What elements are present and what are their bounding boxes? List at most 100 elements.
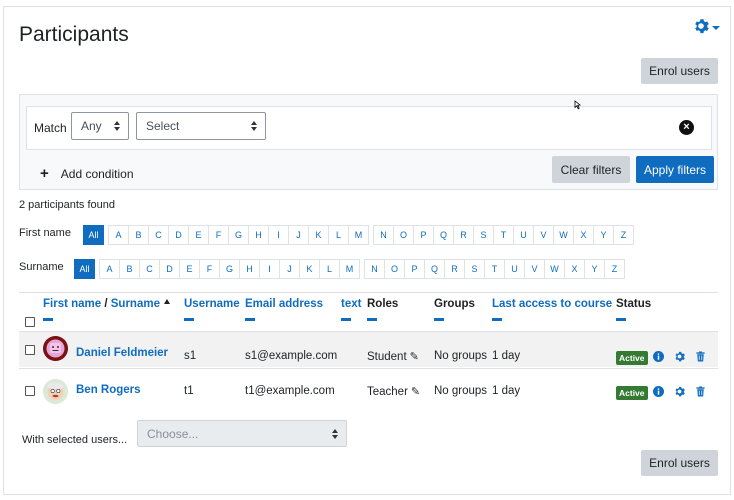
collapse-column-icon[interactable] — [434, 318, 444, 321]
collapse-column-icon[interactable] — [43, 318, 53, 321]
firstname-initial-g[interactable]: G — [228, 225, 249, 245]
header-email[interactable]: Email address — [245, 298, 323, 310]
row-divider — [19, 368, 718, 369]
surname-initial-e[interactable]: E — [179, 259, 200, 279]
username-cell: s1 — [184, 350, 197, 362]
row-checkbox[interactable] — [25, 386, 35, 396]
surname-initial-i[interactable]: I — [259, 259, 280, 279]
page-actions-menu[interactable] — [693, 18, 720, 37]
surname-initial-y[interactable]: Y — [584, 259, 605, 279]
collapse-column-icon[interactable] — [184, 318, 194, 321]
firstname-initial-h[interactable]: H — [248, 225, 269, 245]
firstname-initial-v[interactable]: V — [533, 225, 554, 245]
header-text[interactable]: text — [341, 298, 361, 310]
settings-icon[interactable] — [674, 386, 685, 397]
surname-initial-a[interactable]: A — [99, 259, 120, 279]
last-access-cell: 1 day — [492, 350, 521, 362]
info-icon[interactable] — [653, 386, 664, 397]
collapse-column-icon[interactable] — [367, 318, 377, 321]
surname-initial-d[interactable]: D — [159, 259, 180, 279]
collapse-column-icon[interactable] — [341, 318, 351, 321]
participant-name-link[interactable]: Ben Rogers — [76, 384, 141, 396]
trash-icon[interactable] — [695, 351, 706, 362]
firstname-initial-b[interactable]: B — [128, 225, 149, 245]
firstname-initial-c[interactable]: C — [148, 225, 169, 245]
surname-initial-c[interactable]: C — [139, 259, 160, 279]
header-username[interactable]: Username — [184, 298, 240, 310]
surname-initial-g[interactable]: G — [219, 259, 240, 279]
clear-filters-button[interactable]: Clear filters — [552, 156, 630, 183]
surname-initial-z[interactable]: Z — [604, 259, 625, 279]
header-firstname-link[interactable]: First name — [43, 298, 101, 310]
firstname-initial-z[interactable]: Z — [613, 225, 634, 245]
avatar[interactable] — [43, 379, 68, 404]
participant-name-link[interactable]: Daniel Feldmeier — [76, 347, 168, 359]
enrol-users-button-top[interactable]: Enrol users — [641, 58, 718, 84]
surname-initial-u[interactable]: U — [504, 259, 525, 279]
surname-initial-r[interactable]: R — [444, 259, 465, 279]
firstname-initial-f[interactable]: F — [208, 225, 229, 245]
surname-initial-all[interactable]: All — [74, 259, 95, 279]
firstname-initial-p[interactable]: P — [413, 225, 434, 245]
trash-icon[interactable] — [695, 386, 706, 397]
apply-filters-button[interactable]: Apply filters — [636, 156, 714, 183]
firstname-initial-j[interactable]: J — [288, 225, 309, 245]
firstname-initial-all[interactable]: All — [83, 225, 104, 245]
surname-initial-h[interactable]: H — [239, 259, 260, 279]
surname-initial-s[interactable]: S — [464, 259, 485, 279]
avatar[interactable] — [43, 336, 68, 361]
bulk-action-select[interactable]: Choose... — [137, 420, 347, 447]
firstname-initial-x[interactable]: X — [573, 225, 594, 245]
firstname-initial-n[interactable]: N — [373, 225, 394, 245]
surname-initial-b[interactable]: B — [119, 259, 140, 279]
username-cell: t1 — [184, 385, 194, 397]
surname-initial-l[interactable]: L — [319, 259, 340, 279]
firstname-initial-k[interactable]: K — [308, 225, 329, 245]
pencil-icon[interactable]: ✎ — [411, 385, 420, 398]
surname-initial-w[interactable]: W — [544, 259, 565, 279]
surname-initial-m[interactable]: M — [339, 259, 360, 279]
bulk-action-label: With selected users... — [22, 434, 128, 446]
settings-icon[interactable] — [674, 351, 685, 362]
header-surname-link[interactable]: Surname — [111, 298, 160, 310]
surname-initial-q[interactable]: Q — [424, 259, 445, 279]
firstname-initial-r[interactable]: R — [453, 225, 474, 245]
collapse-column-icon[interactable] — [245, 318, 255, 321]
add-condition-button[interactable]: + Add condition — [40, 166, 134, 181]
match-select[interactable]: Any — [71, 112, 129, 140]
pencil-icon[interactable]: ✎ — [410, 350, 419, 363]
surname-initial-v[interactable]: V — [524, 259, 545, 279]
firstname-initial-e[interactable]: E — [188, 225, 209, 245]
row-checkbox[interactable] — [25, 345, 35, 355]
collapse-column-icon[interactable] — [616, 318, 626, 321]
surname-initial-n[interactable]: N — [364, 259, 385, 279]
firstname-initial-d[interactable]: D — [168, 225, 189, 245]
firstname-initial-w[interactable]: W — [553, 225, 574, 245]
surname-initial-j[interactable]: J — [279, 259, 300, 279]
surname-initial-x[interactable]: X — [564, 259, 585, 279]
firstname-initial-o[interactable]: O — [393, 225, 414, 245]
firstname-initial-l[interactable]: L — [328, 225, 349, 245]
surname-initial-k[interactable]: K — [299, 259, 320, 279]
select-all-checkbox[interactable] — [25, 317, 35, 327]
firstname-initial-u[interactable]: U — [513, 225, 534, 245]
firstname-initial-a[interactable]: A — [108, 225, 129, 245]
status-badge: Active — [616, 386, 648, 400]
firstname-initial-q[interactable]: Q — [433, 225, 454, 245]
firstname-initial-s[interactable]: S — [473, 225, 494, 245]
info-icon[interactable] — [653, 351, 664, 362]
surname-initial-f[interactable]: F — [199, 259, 220, 279]
header-groups: Groups — [434, 298, 475, 310]
surname-initial-p[interactable]: P — [404, 259, 425, 279]
surname-initial-o[interactable]: O — [384, 259, 405, 279]
surname-initial-t[interactable]: T — [484, 259, 505, 279]
firstname-initial-t[interactable]: T — [493, 225, 514, 245]
firstname-initial-y[interactable]: Y — [593, 225, 614, 245]
enrol-users-button-bottom[interactable]: Enrol users — [641, 450, 718, 476]
remove-condition-icon[interactable]: × — [679, 120, 694, 135]
firstname-initial-i[interactable]: I — [268, 225, 289, 245]
firstname-initial-m[interactable]: M — [348, 225, 369, 245]
filter-type-select[interactable]: Select — [136, 112, 266, 140]
collapse-column-icon[interactable] — [492, 318, 502, 321]
header-last-access[interactable]: Last access to course — [492, 298, 612, 310]
